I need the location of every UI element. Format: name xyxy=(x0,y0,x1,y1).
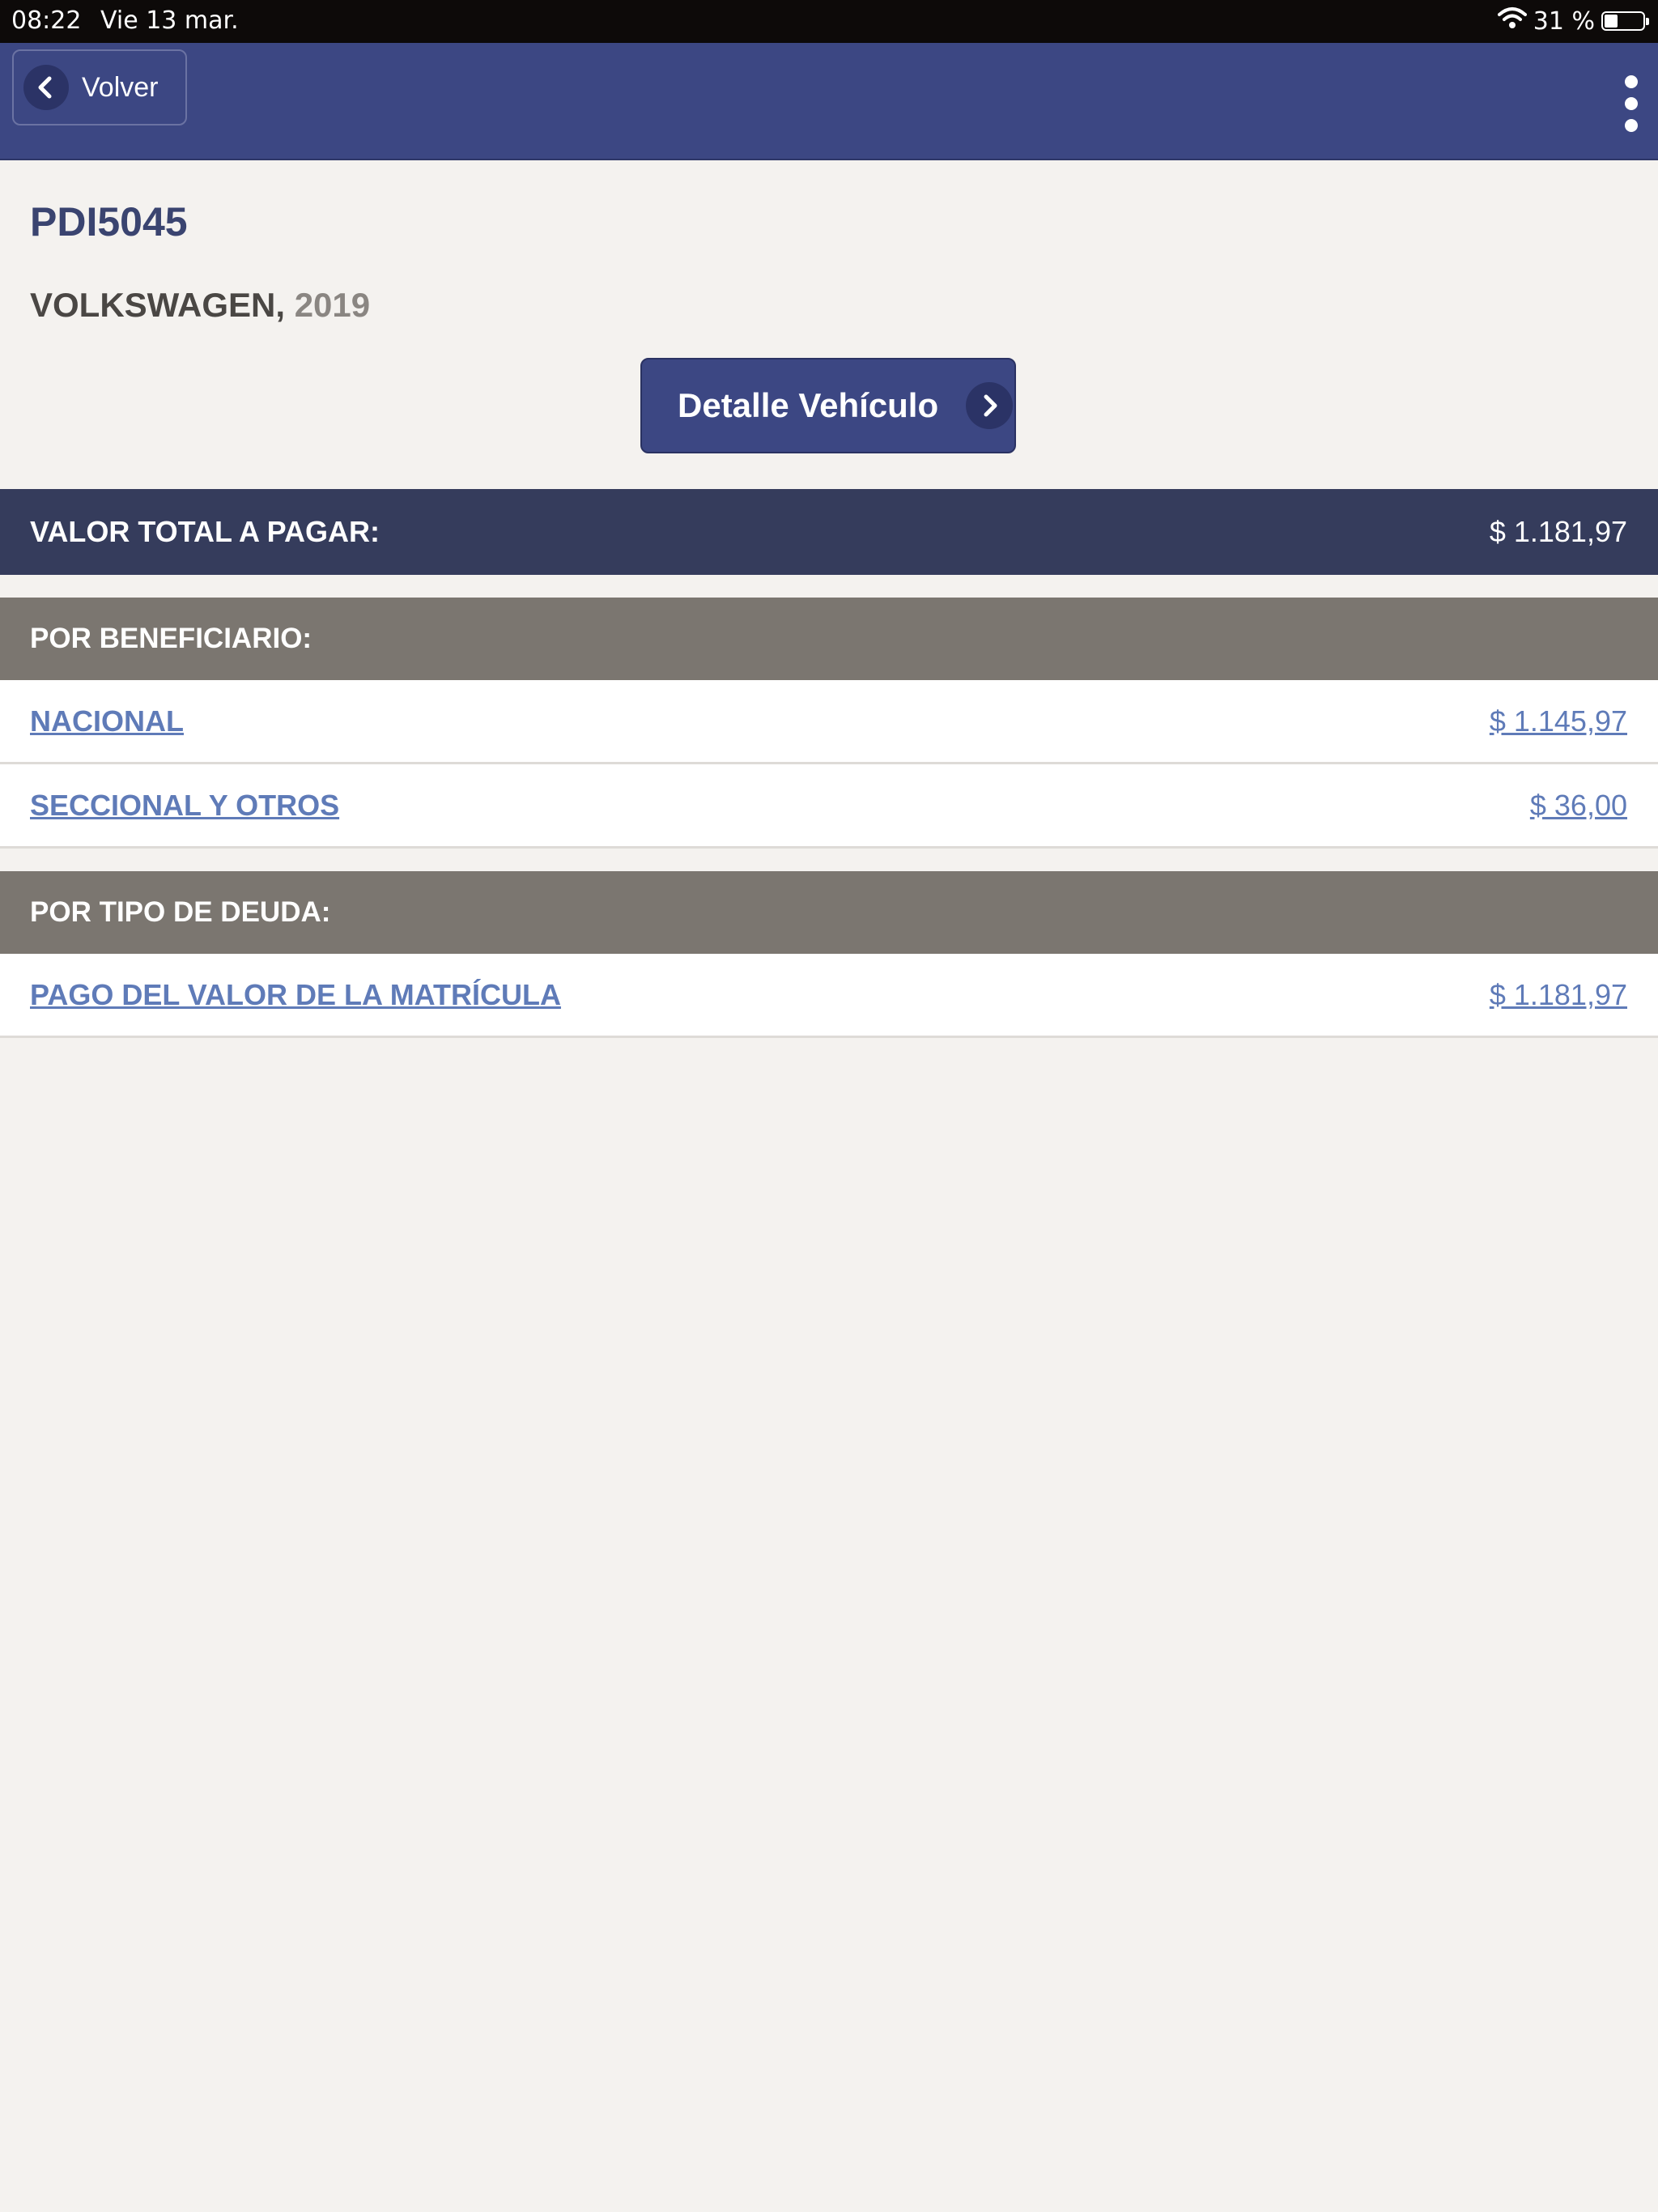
status-time: 08:22 xyxy=(11,6,82,35)
status-bar: 08:22 Vie 13 mar. 31 % xyxy=(0,0,1658,43)
total-row: VALOR TOTAL A PAGAR: $ 1.181,97 xyxy=(0,489,1658,575)
list-item[interactable]: NACIONAL $ 1.145,97 xyxy=(0,680,1658,764)
vehicle-plate: PDI5045 xyxy=(30,199,188,245)
list-item[interactable]: SECCIONAL Y OTROS $ 36,00 xyxy=(0,764,1658,849)
list-item[interactable]: PAGO DEL VALOR DE LA MATRÍCULA $ 1.181,9… xyxy=(0,954,1658,1038)
battery-icon xyxy=(1601,11,1649,31)
vehicle-info: VOLKSWAGEN, 2019 xyxy=(30,286,370,325)
status-indicators: 31 % xyxy=(1497,6,1649,36)
back-button-label: Volver xyxy=(82,71,159,103)
vehicle-year: 2019 xyxy=(294,286,371,324)
battery-level xyxy=(1605,15,1618,28)
more-vertical-icon-dot xyxy=(1625,119,1638,132)
more-options-button[interactable] xyxy=(1619,75,1643,132)
more-vertical-icon-dot xyxy=(1625,97,1638,110)
nav-bar: Volver xyxy=(0,43,1658,160)
battery-percent: 31 % xyxy=(1533,6,1595,36)
back-button[interactable]: Volver xyxy=(12,49,187,125)
total-amount: $ 1.181,97 xyxy=(1489,515,1627,548)
beneficiary-link[interactable]: NACIONAL xyxy=(30,704,184,738)
vehicle-detail-button[interactable]: Detalle Vehículo xyxy=(640,358,1016,453)
beneficiary-link[interactable]: SECCIONAL Y OTROS xyxy=(30,789,339,823)
section-header-beneficiary: POR BENEFICIARIO: xyxy=(0,598,1658,680)
vehicle-brand: VOLKSWAGEN, xyxy=(30,286,286,324)
section-title: POR BENEFICIARIO: xyxy=(30,623,312,654)
vehicle-detail-label: Detalle Vehículo xyxy=(678,386,939,424)
total-label: VALOR TOTAL A PAGAR: xyxy=(30,515,380,548)
debt-type-amount[interactable]: $ 1.181,97 xyxy=(1490,978,1627,1012)
status-date: Vie 13 mar. xyxy=(100,6,239,35)
debt-type-link[interactable]: PAGO DEL VALOR DE LA MATRÍCULA xyxy=(30,978,561,1012)
more-vertical-icon xyxy=(1625,75,1638,88)
wifi-icon xyxy=(1497,6,1527,36)
chevron-left-icon xyxy=(23,65,69,110)
section-title: POR TIPO DE DEUDA: xyxy=(30,896,331,928)
chevron-right-icon xyxy=(966,382,1014,429)
beneficiary-amount[interactable]: $ 1.145,97 xyxy=(1490,704,1627,738)
beneficiary-amount[interactable]: $ 36,00 xyxy=(1530,789,1627,823)
section-header-debt-type: POR TIPO DE DEUDA: xyxy=(0,871,1658,954)
